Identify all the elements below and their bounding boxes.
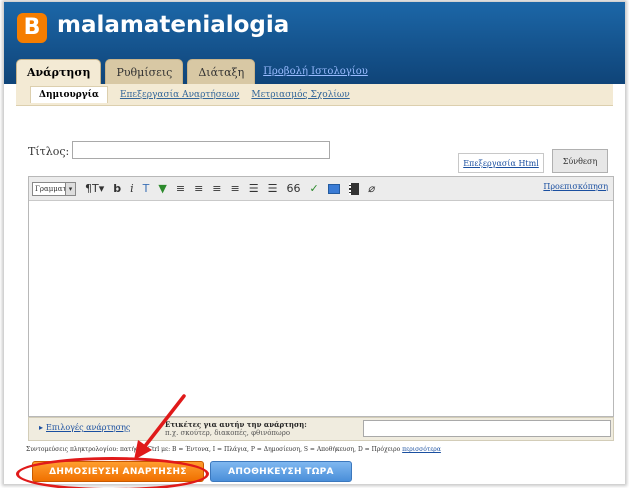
image-icon[interactable] — [327, 183, 340, 194]
justify-icon[interactable]: ≡ — [231, 182, 240, 195]
editor-toolbar: Γραμματοσ ▾ ¶T▾ b i T ▼ ≡ ≡ ≡ ≡ ☰ ☰ 66 ✓… — [29, 177, 613, 201]
tab-layout[interactable]: Διάταξη — [187, 59, 256, 84]
numbered-list-icon[interactable]: ☰ — [249, 182, 259, 195]
blogger-editor-window: B malamatenialogia Ανάρτηση Ρυθμίσεις Δι… — [4, 2, 625, 488]
post-options-row: Επιλογές ανάρτησης Ετικέτες για αυτήν τη… — [28, 417, 614, 441]
align-center-icon[interactable]: ≡ — [194, 182, 203, 195]
keyboard-shortcuts-hint: Συντομεύσεις πληκτρολογίου: πατήστε Ctrl… — [26, 446, 441, 453]
blockquote-icon[interactable]: 66 — [286, 182, 300, 195]
preview-link[interactable]: Προεπισκόπηση — [543, 182, 608, 191]
blog-title[interactable]: malamatenialogia — [57, 12, 289, 38]
text-color-icon[interactable]: T — [143, 182, 150, 195]
chevron-down-icon: ▾ — [65, 182, 75, 195]
post-options-link[interactable]: Επιλογές ανάρτησης — [39, 423, 130, 432]
labels-input[interactable] — [363, 420, 611, 437]
post-body-editor[interactable] — [29, 201, 613, 416]
shortcuts-more-link[interactable]: περισσότερα — [402, 446, 441, 453]
save-now-button[interactable]: ΑΠΟΘΗΚΕΥΣΗ ΤΩΡΑ — [210, 461, 352, 482]
compose-tab[interactable]: Σύνθεση — [552, 149, 608, 173]
align-right-icon[interactable]: ≡ — [212, 182, 221, 195]
post-editor: Γραμματοσ ▾ ¶T▾ b i T ▼ ≡ ≡ ≡ ≡ ☰ ☰ 66 ✓… — [28, 176, 614, 417]
font-size-icon[interactable]: ¶T▾ — [85, 182, 104, 195]
bullet-list-icon[interactable]: ☰ — [268, 182, 278, 195]
blogger-header: B malamatenialogia Ανάρτηση Ρυθμίσεις Δι… — [4, 2, 625, 84]
subtab-moderate-comments[interactable]: Μετριασμός Σχολίων — [251, 90, 349, 100]
tab-settings[interactable]: Ρυθμίσεις — [105, 59, 184, 84]
subtab-create[interactable]: Δημιουργία — [30, 86, 108, 103]
subtab-edit-posts[interactable]: Επεξεργασία Αναρτήσεων — [120, 90, 239, 100]
tab-posting[interactable]: Ανάρτηση — [16, 59, 102, 84]
align-left-icon[interactable]: ≡ — [176, 182, 185, 195]
post-title-input[interactable] — [72, 141, 330, 159]
font-family-select[interactable]: Γραμματοσ ▾ — [32, 181, 76, 196]
title-label: Τίτλος: — [28, 145, 70, 158]
italic-icon[interactable]: i — [130, 182, 134, 195]
spellcheck-icon[interactable]: ✓ — [309, 182, 318, 195]
link-icon[interactable]: ▼ — [158, 182, 166, 195]
shortcuts-text: Συντομεύσεις πληκτρολογίου: πατήστε Ctrl… — [26, 446, 401, 453]
edit-html-tab[interactable]: Επεξεργασία Html — [458, 153, 544, 173]
blogger-logo-icon[interactable]: B — [17, 13, 47, 43]
annotation-arrow-icon — [134, 394, 186, 460]
video-icon[interactable] — [348, 182, 359, 195]
posting-subtabs: Δημιουργία Επεξεργασία Αναρτήσεων Μετρια… — [16, 84, 613, 106]
view-blog-link[interactable]: Προβολή Ιστολογίου — [263, 59, 368, 84]
main-tabs: Ανάρτηση Ρυθμίσεις Διάταξη Προβολή Ιστολ… — [16, 59, 368, 84]
clear-formatting-icon[interactable]: ⌀ — [368, 182, 375, 195]
bold-icon[interactable]: b — [113, 182, 121, 195]
